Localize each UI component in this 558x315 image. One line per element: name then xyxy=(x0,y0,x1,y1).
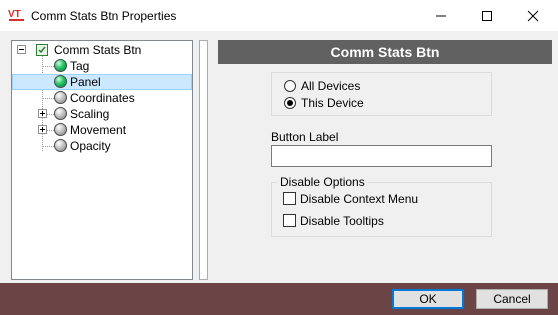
this-device-label[interactable]: This Device xyxy=(301,96,364,110)
panel-header-title: Comm Stats Btn xyxy=(330,44,440,60)
status-gray-icon xyxy=(54,139,67,152)
tree-root[interactable]: Comm Stats Btn xyxy=(12,42,192,58)
status-green-icon xyxy=(54,75,67,88)
cancel-button[interactable]: Cancel xyxy=(476,289,548,309)
window-title: Comm Stats Btn Properties xyxy=(31,9,177,23)
tree-item-label: Panel xyxy=(70,75,101,89)
title-bar: VT Comm Stats Btn Properties xyxy=(0,0,558,31)
vtscada-logo-icon: VT xyxy=(8,9,24,21)
tree-item-label: Scaling xyxy=(70,107,110,121)
expand-toggle-icon[interactable] xyxy=(38,109,47,118)
all-devices-radio[interactable] xyxy=(284,80,296,92)
tree-root-label: Comm Stats Btn xyxy=(54,43,142,57)
tree-item-label: Opacity xyxy=(70,139,111,153)
button-label-caption: Button Label xyxy=(271,130,339,144)
status-gray-icon xyxy=(54,91,67,104)
close-icon xyxy=(527,10,539,22)
tree-item-label: Tag xyxy=(70,59,90,73)
tree-item-tag[interactable]: Tag xyxy=(12,58,192,74)
tree-item-panel[interactable]: Panel xyxy=(12,74,192,90)
device-scope-group: All Devices This Device xyxy=(271,72,492,116)
disable-context-menu-label[interactable]: Disable Context Menu xyxy=(300,192,418,206)
disable-tooltips-checkbox[interactable] xyxy=(283,214,296,227)
collapse-toggle-icon[interactable] xyxy=(17,45,26,54)
disable-context-menu-checkbox[interactable] xyxy=(283,192,296,205)
status-gray-icon xyxy=(54,123,67,136)
maximize-icon xyxy=(482,11,492,21)
svg-text:VT: VT xyxy=(8,9,21,20)
expand-toggle-icon[interactable] xyxy=(38,125,47,134)
maximize-button[interactable] xyxy=(464,0,510,31)
footer-bar xyxy=(0,283,558,315)
status-green-icon xyxy=(54,59,67,72)
close-button[interactable] xyxy=(510,0,556,31)
disable-tooltips-label[interactable]: Disable Tooltips xyxy=(300,214,384,228)
this-device-radio[interactable] xyxy=(284,97,296,109)
tree-item-coordinates[interactable]: Coordinates xyxy=(12,90,192,106)
properties-tree[interactable]: Comm Stats Btn Tag Panel Coordinates Sca… xyxy=(11,40,193,280)
all-devices-label[interactable]: All Devices xyxy=(301,79,360,93)
splitter-scrollbar[interactable] xyxy=(199,40,208,280)
status-gray-icon xyxy=(54,107,67,120)
panel-header: Comm Stats Btn xyxy=(218,40,552,64)
disable-options-title: Disable Options xyxy=(277,175,368,189)
tree-item-opacity[interactable]: Opacity xyxy=(12,138,192,154)
ok-button[interactable]: OK xyxy=(392,289,464,309)
tree-item-scaling[interactable]: Scaling xyxy=(12,106,192,122)
minimize-icon xyxy=(436,15,446,17)
minimize-button[interactable] xyxy=(418,0,464,31)
component-icon xyxy=(36,44,48,56)
tree-item-label: Coordinates xyxy=(70,91,135,105)
tree-item-movement[interactable]: Movement xyxy=(12,122,192,138)
button-label-input[interactable] xyxy=(271,145,492,167)
disable-options-group: Disable Context Menu Disable Tooltips xyxy=(271,182,492,237)
tree-item-label: Movement xyxy=(70,123,127,137)
